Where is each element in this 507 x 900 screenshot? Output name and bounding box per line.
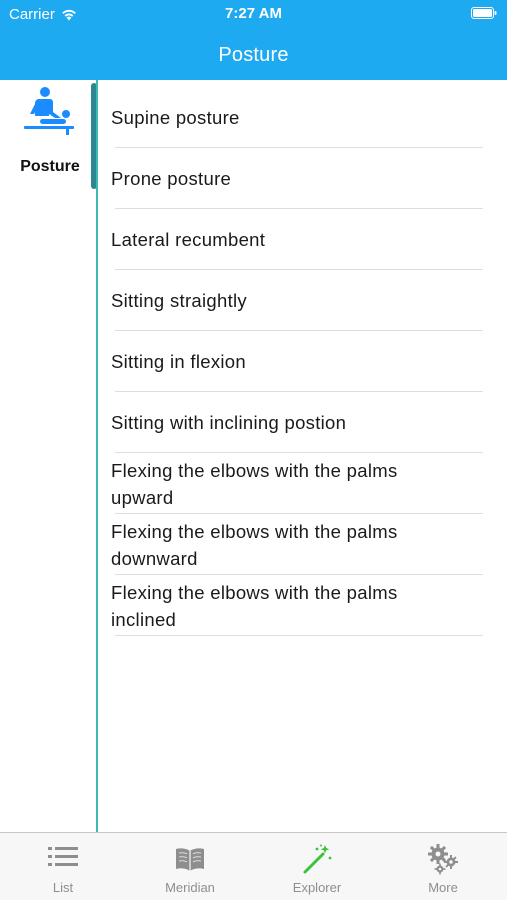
list-item-label: Supine posture	[111, 107, 240, 128]
gears-icon	[428, 844, 458, 875]
tab-bar: List Meridian Explorer More	[0, 832, 507, 900]
book-icon	[176, 848, 204, 871]
list-item[interactable]: Supine posture	[98, 87, 507, 148]
tab-label: Explorer	[292, 880, 342, 895]
list-item[interactable]: Flexing the elbows with the palms downwa…	[98, 514, 507, 575]
category-label: Posture	[20, 158, 80, 175]
status-bar: Carrier 7:27 AM	[0, 0, 507, 28]
tab-label: More	[428, 880, 458, 895]
page-title: Posture	[218, 44, 289, 66]
category-item-posture[interactable]: Posture	[0, 80, 97, 189]
list-item-label: Sitting straightly	[111, 290, 247, 311]
list-item[interactable]: Sitting in flexion	[98, 331, 507, 392]
list-item[interactable]: Prone posture	[98, 148, 507, 209]
tab-label: Meridian	[165, 880, 215, 895]
tab-meridian[interactable]: Meridian	[127, 833, 253, 900]
status-time: 7:27 AM	[225, 5, 282, 22]
posture-list: Supine posture Prone posture Lateral rec…	[98, 87, 507, 636]
list-icon	[48, 847, 78, 866]
list-item-label: Prone posture	[111, 168, 232, 189]
list-item[interactable]: Sitting straightly	[98, 270, 507, 331]
magic-wand-icon	[303, 844, 332, 874]
list-item-label: Flexing the elbows with the palms upward	[111, 459, 398, 508]
list-item-label: Sitting with inclining postion	[111, 412, 347, 433]
battery-icon	[471, 7, 497, 19]
massage-table-icon	[24, 87, 74, 135]
list-item-label: Flexing the elbows with the palms inclin…	[111, 581, 398, 630]
tab-explorer[interactable]: Explorer	[254, 833, 380, 900]
list-item-label: Sitting in flexion	[111, 351, 246, 372]
category-sidebar: Posture	[0, 80, 97, 832]
list-item-label: Lateral recumbent	[111, 229, 266, 250]
list-item-label: Flexing the elbows with the palms downwa…	[111, 520, 398, 569]
tab-more[interactable]: More	[380, 833, 506, 900]
list-item[interactable]: Flexing the elbows with the palms inclin…	[98, 575, 507, 636]
tab-list[interactable]: List	[0, 833, 126, 900]
list-item[interactable]: Flexing the elbows with the palms upward	[98, 453, 507, 514]
header: Carrier 7:27 AM Posture	[0, 0, 507, 80]
list-item[interactable]: Sitting with inclining postion	[98, 392, 507, 453]
tab-label: List	[52, 880, 74, 895]
list-item[interactable]: Lateral recumbent	[98, 209, 507, 270]
